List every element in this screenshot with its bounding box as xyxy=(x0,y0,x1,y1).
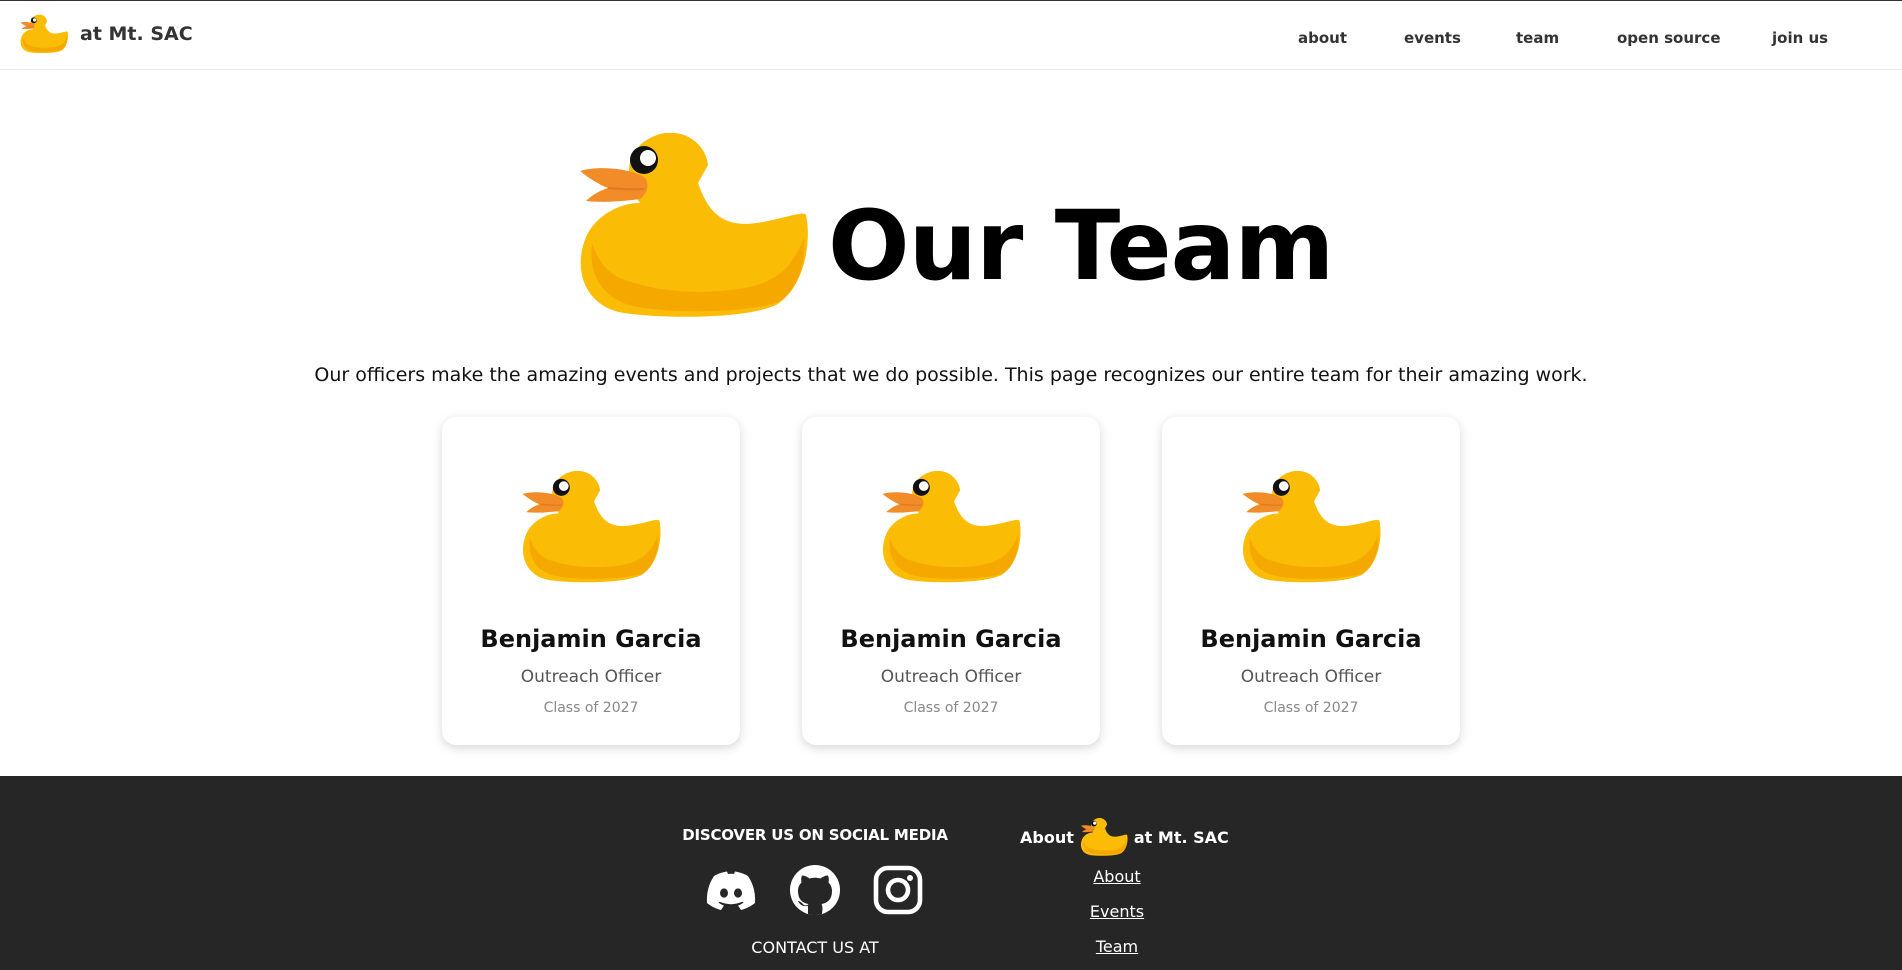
member-class: Class of 2027 xyxy=(903,700,999,716)
about-heading: About at Mt. SAC xyxy=(1020,820,1229,854)
brand-link[interactable]: at Mt. SAC xyxy=(20,13,193,55)
member-role: Outreach Officer xyxy=(880,667,1022,687)
member-name: Benjamin Garcia xyxy=(480,625,702,653)
nav-link-join-us[interactable]: join us xyxy=(1772,29,1828,47)
nav-link-events[interactable]: events xyxy=(1404,29,1461,47)
member-name: Benjamin Garcia xyxy=(1200,625,1422,653)
intro-text: Our officers make the amazing events and… xyxy=(314,364,1588,386)
duck-avatar-icon xyxy=(1241,471,1381,583)
nav-link-open-source[interactable]: open source xyxy=(1617,29,1721,47)
hero-duck-logo-icon xyxy=(578,133,808,318)
discord-icon[interactable] xyxy=(705,864,757,916)
nav-link-team[interactable]: team xyxy=(1516,29,1559,47)
member-class: Class of 2027 xyxy=(1263,700,1359,716)
instagram-icon[interactable] xyxy=(872,864,924,916)
duck-avatar-icon xyxy=(521,471,661,583)
about-prefix: About xyxy=(1020,827,1074,847)
footer: DISCOVER US ON SOCIAL MEDIA CONTACT US A… xyxy=(0,776,1902,970)
rubber-duck-logo-icon xyxy=(20,13,68,55)
footer-link-team[interactable]: Team xyxy=(1017,937,1217,956)
navbar: at Mt. SAC about events team open source… xyxy=(0,1,1902,70)
footer-link-events[interactable]: Events xyxy=(1017,902,1217,921)
contact-label: CONTACT US AT xyxy=(751,938,879,957)
rubber-duck-logo-icon xyxy=(1080,818,1128,856)
member-name: Benjamin Garcia xyxy=(840,625,1062,653)
team-card: Benjamin Garcia Outreach Officer Class o… xyxy=(442,417,740,745)
brand-text: at Mt. SAC xyxy=(80,23,193,45)
footer-link-about[interactable]: About xyxy=(1017,867,1217,886)
about-suffix: at Mt. SAC xyxy=(1133,827,1229,847)
member-class: Class of 2027 xyxy=(543,700,639,716)
social-heading: DISCOVER US ON SOCIAL MEDIA xyxy=(682,826,948,844)
duck-avatar-icon xyxy=(881,471,1021,583)
member-role: Outreach Officer xyxy=(520,667,662,687)
member-role: Outreach Officer xyxy=(1240,667,1382,687)
team-card: Benjamin Garcia Outreach Officer Class o… xyxy=(802,417,1100,745)
nav-link-about[interactable]: about xyxy=(1298,29,1347,47)
team-card: Benjamin Garcia Outreach Officer Class o… xyxy=(1162,417,1460,745)
page-title: Our Team xyxy=(828,190,1334,302)
github-icon[interactable] xyxy=(789,864,841,916)
